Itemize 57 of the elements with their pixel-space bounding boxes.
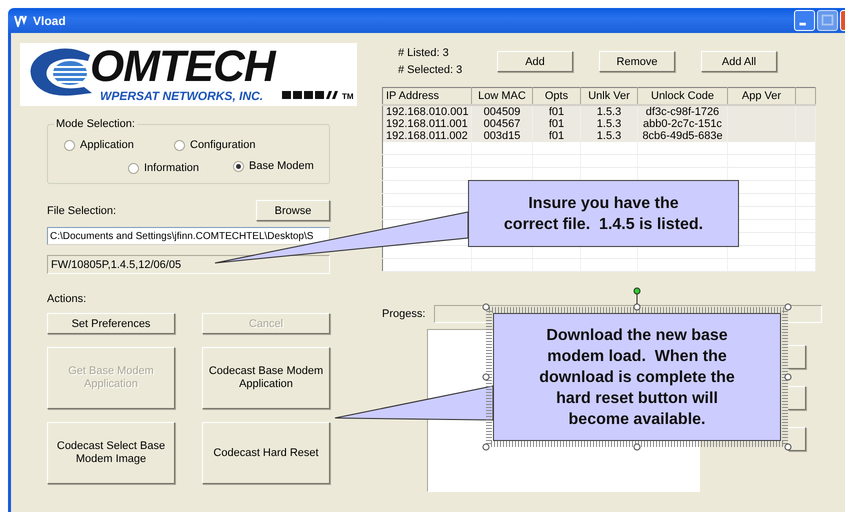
browse-button[interactable]: Browse	[256, 200, 330, 221]
callout-tooltip: Insure you have the correct file. 1.4.5 is listed.	[468, 180, 739, 247]
table-cell: f01	[532, 105, 580, 118]
table-cell: 1.5.3	[580, 118, 638, 130]
column-header[interactable]: Opts	[532, 88, 580, 105]
radio-option[interactable]: Information	[128, 162, 200, 174]
app-icon	[14, 14, 28, 26]
trademark-label: TM	[342, 92, 354, 101]
minimize-button[interactable]	[794, 10, 815, 31]
button-edge[interactable]	[788, 427, 806, 451]
table-cell: 1.5.3	[580, 130, 638, 142]
window-title: Vload	[33, 14, 66, 28]
radio-option[interactable]: Base Modem	[233, 160, 314, 172]
table-cell: 004509	[472, 105, 532, 118]
logo-subtitle: WPERSAT NETWORKS, INC.	[100, 89, 264, 103]
table-cell: 192.168.011.002	[382, 130, 472, 142]
table-cell: 004567	[472, 118, 532, 130]
brand-mark-icon	[282, 90, 340, 100]
button-edge[interactable]	[788, 345, 806, 369]
button-edge[interactable]	[788, 386, 806, 410]
column-header[interactable]: IP Address	[382, 88, 472, 105]
list-button[interactable]: Add	[497, 51, 573, 72]
table-cell: 8cb6-49d5-683e	[638, 130, 728, 142]
column-header[interactable]: Unlk Ver	[580, 88, 638, 105]
table-cell: 1.5.3	[580, 105, 638, 118]
table-row[interactable]: 192.168.011.002 003d15 f01 1.5.3 8cb6-49d5-683e	[382, 130, 816, 142]
radio-option[interactable]: Application	[64, 139, 134, 151]
progress-label: Progess:	[382, 308, 426, 320]
table-cell: 192.168.011.001	[382, 118, 472, 130]
action-button[interactable]: Codecast Select Base Modem Image	[47, 422, 175, 484]
table-row[interactable]: 192.168.011.001 004567 f01 1.5.3 abb0-2c7c-151c	[382, 118, 816, 130]
group-label: Mode Selection:	[54, 118, 137, 130]
selection-handles-tooltip[interactable]	[482, 288, 792, 450]
field-label: File Selection:	[47, 204, 116, 216]
list-button[interactable]: Remove	[599, 51, 675, 72]
column-header[interactable]: Unlock Code	[638, 88, 728, 105]
table-cell: 192.168.010.001	[382, 105, 472, 118]
action-button[interactable]: Codecast Base Modem Application	[202, 347, 330, 409]
table-cell: f01	[532, 118, 580, 130]
callout-tooltip: Download the new base modem load. When the download is complete the hard reset button will become available.	[493, 313, 781, 441]
action-button[interactable]: Codecast Hard Reset	[202, 422, 330, 484]
column-header[interactable]: App Ver	[728, 88, 796, 105]
table-cell: 003d15	[472, 130, 532, 142]
action-button[interactable]: Set Preferences	[47, 313, 175, 334]
section-label: Actions:	[47, 293, 88, 305]
table-cell: df3c-c98f-1726	[638, 105, 728, 118]
radio-option[interactable]: Configuration	[174, 139, 256, 151]
file-path-field[interactable]: C:\Documents and Settings\jfinn.COMTECHTEL\Desktop\S	[47, 227, 330, 245]
firmware-info-field: FW/10805P,1.4.5,12/06/05	[47, 255, 330, 274]
table-cell: abb0-2c7c-151c	[638, 118, 728, 130]
listed-count: # Listed: 3	[398, 47, 450, 59]
selected-count: # Selected: 3	[398, 64, 464, 76]
table-cell: f01	[532, 130, 580, 142]
column-header[interactable]: Low MAC	[472, 88, 532, 105]
table-row[interactable]: 192.168.010.001 004509 f01 1.5.3 df3c-c98f-1726	[382, 105, 816, 118]
list-button[interactable]: Add All	[701, 51, 777, 72]
logo-wordmark: OMTECH	[90, 45, 275, 89]
